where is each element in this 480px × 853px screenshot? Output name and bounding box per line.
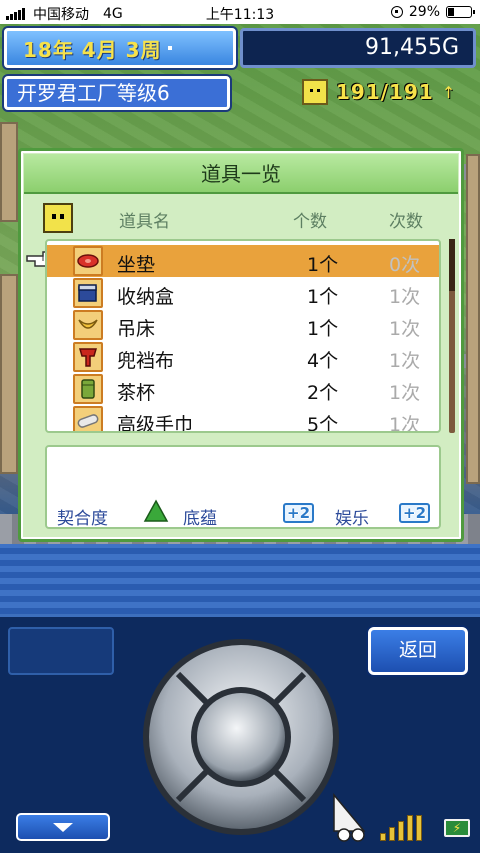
scroll-down-button[interactable] — [16, 813, 110, 841]
water — [0, 544, 480, 614]
column-header-name: 道具名 — [119, 212, 170, 232]
list-item[interactable]: 茶杯 2个 1次 — [47, 373, 439, 405]
foundation-bonus: +2 — [283, 503, 315, 523]
worker-count-text: 191/191 — [336, 80, 434, 104]
status-bar: 中国移动 4G 上午11:13 29% — [0, 0, 480, 24]
speed-level-bars-icon[interactable] — [380, 813, 422, 841]
item-list-scrollbar[interactable] — [449, 239, 455, 433]
building — [0, 274, 18, 474]
down-triangle-icon — [53, 823, 73, 832]
item-qty: 1个 — [307, 254, 339, 276]
item-qty: 1个 — [307, 318, 339, 340]
building — [466, 154, 480, 484]
loincloth-icon — [73, 342, 103, 372]
item-uses: 1次 — [389, 286, 421, 308]
item-name: 高级手巾 — [117, 414, 194, 433]
building — [0, 122, 18, 222]
item-qty: 2个 — [307, 382, 339, 404]
game-speed-icon[interactable] — [330, 793, 380, 843]
hammock-icon — [73, 310, 103, 340]
teacup-icon — [73, 374, 103, 404]
scrollbar-thumb[interactable] — [449, 239, 455, 291]
item-qty: 4个 — [307, 350, 339, 372]
foundation-label: 底蕴 — [183, 509, 217, 529]
column-header-uses: 次数 — [389, 212, 423, 232]
virtual-controller: 返回 ⚡ — [0, 614, 480, 853]
dialog-title: 道具一览 — [24, 154, 458, 194]
worker-face-icon — [302, 79, 328, 105]
storage-box-icon — [73, 278, 103, 308]
item-qty: 1个 — [307, 286, 339, 308]
item-qty: 5个 — [307, 414, 339, 433]
back-button[interactable]: 返回 — [368, 627, 468, 675]
list-item[interactable]: 高级手巾 5个 1次 — [47, 405, 439, 433]
factory-rank: 开罗君工厂等级6 — [4, 76, 230, 110]
item-list-dialog: 道具一览 道具名 个数 次数 坐垫 1个 0次 收纳盒 1个 1次 吊床 1个 … — [18, 148, 464, 542]
item-name: 兜裆布 — [117, 350, 175, 372]
item-name: 坐垫 — [117, 254, 156, 276]
affinity-label: 契合度 — [57, 509, 108, 529]
entertainment-bonus: +2 — [399, 503, 431, 523]
item-uses: 0次 — [389, 254, 421, 276]
up-arrow-icon: ↑ — [441, 82, 456, 102]
rotation-lock-icon — [390, 6, 403, 18]
cushion-icon — [73, 246, 103, 276]
battery-icon — [446, 6, 475, 18]
item-name: 茶杯 — [117, 382, 156, 404]
list-item[interactable]: 收纳盒 1个 1次 — [47, 277, 439, 309]
item-name: 吊床 — [117, 318, 156, 340]
item-name: 收纳盒 — [117, 286, 175, 308]
list-item[interactable]: 坐垫 1个 0次 — [47, 245, 439, 277]
game-view[interactable]: 18年 4月 3周 91,455G 开罗君工厂等级6 191/191 ↑ 道具一… — [0, 24, 480, 614]
list-item[interactable]: 吊床 1个 1次 — [47, 309, 439, 341]
entertainment-label: 娱乐 — [335, 509, 369, 529]
list-item[interactable]: 兜裆布 4个 1次 — [47, 341, 439, 373]
date-dot-icon — [167, 46, 172, 50]
worker-count: 191/191 ↑ — [302, 74, 478, 110]
column-header-qty: 个数 — [293, 212, 327, 232]
item-list[interactable]: 坐垫 1个 0次 收纳盒 1个 1次 吊床 1个 1次 兜裆布 4个 1次 茶杯… — [45, 239, 441, 433]
triangle-rating-icon — [143, 499, 169, 522]
employee-face-icon — [43, 203, 73, 233]
towel-icon — [73, 406, 103, 431]
money-display: 91,455G — [240, 28, 476, 68]
item-uses: 1次 — [389, 318, 421, 340]
controller-panel — [8, 627, 114, 675]
date-display: 18年 4月 3周 — [4, 28, 236, 68]
item-uses: 1次 — [389, 414, 421, 433]
date-text: 18年 4月 3周 — [23, 37, 162, 62]
item-uses: 1次 — [389, 350, 421, 372]
battery-charge-icon: ⚡ — [444, 819, 470, 837]
dpad[interactable] — [128, 637, 354, 837]
item-uses: 1次 — [389, 382, 421, 404]
battery-percent: 29% — [408, 4, 440, 20]
